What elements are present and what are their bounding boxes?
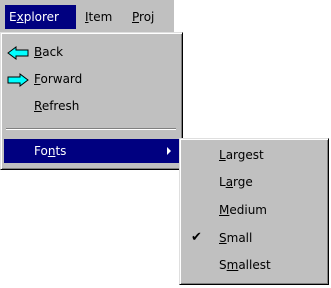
menu-item-refresh[interactable]: Refresh [4, 94, 179, 118]
check-icon: ✔ [191, 230, 202, 245]
menu-bar: Explorer Item Proj [0, 0, 174, 32]
menu-item-small[interactable]: ✔ Small [183, 226, 325, 250]
small-label: Small [219, 231, 253, 245]
menu-item-fonts[interactable]: Fonts [4, 139, 179, 163]
menu-item-medium[interactable]: Medium [183, 198, 325, 222]
explorer-menu: Back Forward Refresh Fonts [0, 32, 183, 170]
menu-item-smallest[interactable]: Smallest [183, 253, 325, 277]
forward-arrow-icon [7, 73, 29, 87]
largest-label: Largest [219, 148, 264, 162]
back-arrow-icon [7, 46, 29, 60]
menu-item[interactable]: Item [81, 5, 116, 29]
menu-item-forward[interactable]: Forward [4, 67, 179, 91]
menu-item-back[interactable]: Back [4, 40, 179, 64]
back-label: Back [34, 45, 64, 59]
menu-separator [6, 128, 176, 130]
forward-label: Forward [34, 72, 83, 86]
medium-label: Medium [219, 203, 267, 217]
smallest-label: Smallest [219, 258, 271, 272]
large-label: Large [219, 175, 253, 189]
submenu-arrow-icon [167, 147, 171, 155]
screen: Explorer Item Proj Back Forward Refresh … [0, 0, 331, 288]
menu-item-largest[interactable]: Largest [183, 143, 325, 167]
menu-project[interactable]: Proj [128, 5, 158, 29]
menu-explorer[interactable]: Explorer [5, 5, 76, 29]
fonts-submenu: Largest Large Medium ✔ Small Smallest [179, 138, 329, 285]
fonts-label: Fonts [34, 144, 67, 158]
refresh-label: Refresh [34, 99, 80, 113]
menu-item-large[interactable]: Large [183, 170, 325, 194]
